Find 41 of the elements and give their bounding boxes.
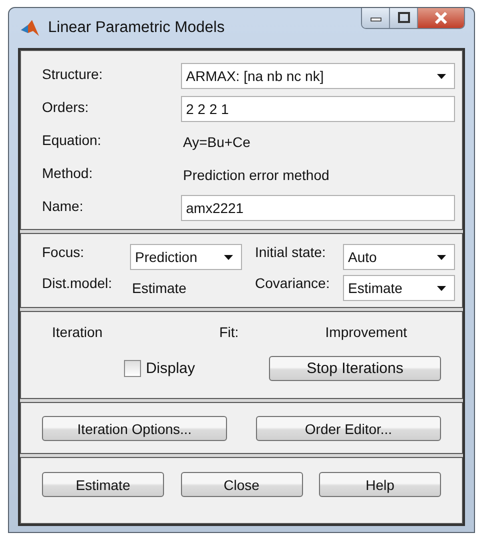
field-label: Equation: bbox=[42, 132, 102, 148]
field-value: Prediction error method bbox=[182, 166, 330, 185]
dist-model-value: Estimate bbox=[131, 279, 188, 298]
minimize-button[interactable] bbox=[362, 8, 390, 28]
field-label: Method: bbox=[42, 165, 94, 181]
focus-label: Focus: bbox=[42, 244, 86, 260]
input-field[interactable]: amx2221 bbox=[181, 195, 455, 221]
covariance-label: Covariance: bbox=[255, 275, 331, 291]
caret-icon bbox=[224, 254, 233, 260]
caret-icon bbox=[437, 286, 446, 290]
field-value: Ay=Bu+Ce bbox=[182, 133, 252, 152]
close-icon bbox=[433, 12, 449, 24]
caret-icon bbox=[437, 74, 446, 78]
field-label: Structure: bbox=[42, 66, 104, 82]
app-logo-icon bbox=[20, 19, 40, 37]
initial-state-dropdown[interactable]: Auto bbox=[343, 244, 455, 270]
column-header: Iteration bbox=[52, 324, 103, 340]
dialog-button[interactable]: Close bbox=[180, 472, 302, 497]
structure-dropdown[interactable]: ARMAX: [na nb nc nk] bbox=[181, 63, 455, 89]
dialog-button[interactable]: Estimate bbox=[42, 472, 164, 497]
input-field[interactable]: 2 2 2 1 bbox=[181, 96, 455, 122]
stop-iterations-button[interactable]: Stop Iterations bbox=[269, 356, 441, 381]
checkbox-square[interactable] bbox=[124, 360, 141, 377]
focus-dropdown[interactable]: Prediction bbox=[130, 244, 242, 270]
dialog-button[interactable]: Iteration Options... bbox=[42, 416, 227, 441]
column-header: Fit: bbox=[219, 324, 239, 340]
window-title: Linear Parametric Models bbox=[48, 19, 225, 37]
maximize-button[interactable] bbox=[390, 8, 418, 28]
checkbox-label: Display bbox=[146, 360, 195, 377]
close-button[interactable] bbox=[418, 8, 464, 28]
dist-model-label: Dist.model: bbox=[42, 275, 114, 291]
dialog-button[interactable]: Order Editor... bbox=[256, 416, 441, 441]
column-header: Improvement bbox=[325, 324, 407, 340]
caret-icon bbox=[437, 254, 446, 260]
dialog-button[interactable]: Help bbox=[319, 472, 441, 497]
field-label: Orders: bbox=[42, 99, 90, 115]
covariance-dropdown[interactable]: Estimate bbox=[343, 275, 455, 301]
field-label: Name: bbox=[42, 198, 84, 214]
initial-state-label: Initial state: bbox=[255, 244, 327, 260]
display-checkbox[interactable]: Display bbox=[124, 360, 195, 377]
maximize-icon bbox=[396, 12, 410, 24]
